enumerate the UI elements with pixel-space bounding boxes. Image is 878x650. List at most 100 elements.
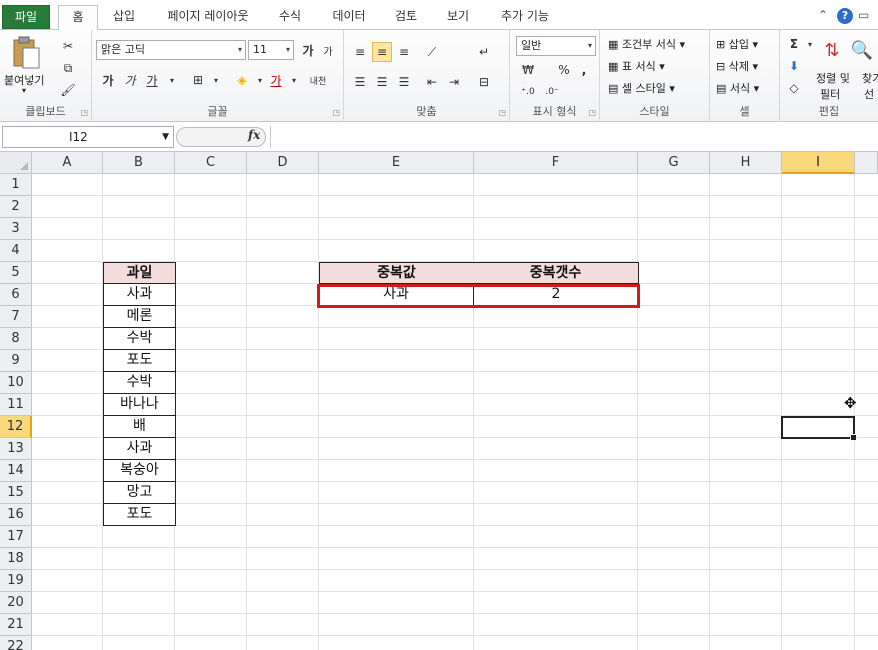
fruit-cell[interactable]: 포도 [103,350,176,372]
row-header-21[interactable]: 21 [0,614,32,636]
select-label[interactable]: 선 [864,86,874,102]
column-header-i[interactable]: I [782,152,855,174]
fruit-cell[interactable]: 수박 [103,372,176,394]
row-header-5[interactable]: 5 [0,262,32,284]
row-header-8[interactable]: 8 [0,328,32,350]
row-header-3[interactable]: 3 [0,218,32,240]
bold-button[interactable]: 가 [98,70,118,90]
row-header-14[interactable]: 14 [0,460,32,482]
tab-review[interactable]: 검토 [386,5,426,30]
orientation-icon[interactable]: ⟋ [422,42,442,62]
conditional-format-button[interactable]: ▦ 조건부 서식 ▾ [608,36,685,52]
row-header-2[interactable]: 2 [0,196,32,218]
alignment-launcher-icon[interactable]: ◳ [498,108,506,117]
column-header-partial[interactable] [855,152,878,174]
underline-dropdown-icon[interactable]: ▾ [162,70,182,90]
row-header-12[interactable]: 12 [0,416,32,438]
autosum-dropdown-icon[interactable]: ▾ [800,34,820,54]
fruit-cell[interactable]: 망고 [103,482,176,504]
clipboard-launcher-icon[interactable]: ◳ [80,108,88,117]
font-name-select[interactable]: 맑은 고딕 ▾ [96,40,246,60]
row-header-19[interactable]: 19 [0,570,32,592]
clear-icon[interactable]: ◇ [784,78,804,98]
tab-add-ins[interactable]: 추가 기능 [490,5,560,30]
row-header-10[interactable]: 10 [0,372,32,394]
select-all-button[interactable] [0,152,32,174]
phonetic-button[interactable]: 내천 [304,70,332,90]
column-header-g[interactable]: G [638,152,710,174]
find-select-icon[interactable]: 🔍 [850,36,874,64]
paste-dropdown-icon[interactable]: ▾ [22,86,26,95]
fill-color-icon[interactable]: ◈ [232,70,252,90]
decrease-decimal-icon[interactable]: .0⁻ [542,82,562,102]
column-header-h[interactable]: H [710,152,782,174]
window-restore-icon[interactable]: ▭ [858,8,869,22]
fruit-cell[interactable]: 메론 [103,306,176,328]
tab-data[interactable]: 데이터 [324,5,374,30]
decrease-indent-icon[interactable]: ⇤ [422,72,442,92]
fruit-cell[interactable]: 수박 [103,328,176,350]
tab-view[interactable]: 보기 [438,5,478,30]
minimize-ribbon-icon[interactable]: ⌃ [818,8,828,22]
increase-decimal-icon[interactable]: ⁺.0 [518,82,538,102]
align-top-icon[interactable]: ≡ [350,42,370,62]
align-middle-icon[interactable]: ≡ [372,42,392,62]
format-painter-icon[interactable]: 🖌 [58,80,78,100]
row-header-4[interactable]: 4 [0,240,32,262]
number-format-select[interactable]: 일반 ▾ [516,36,596,56]
fruit-cell[interactable]: 바나나 [103,394,176,416]
dup-value-header-cell[interactable]: 중복값 [319,262,474,284]
align-bottom-icon[interactable]: ≡ [394,42,414,62]
row-header-11[interactable]: 11 [0,394,32,416]
font-launcher-icon[interactable]: ◳ [332,108,340,117]
tab-home[interactable]: 홈 [58,5,98,31]
row-header-20[interactable]: 20 [0,592,32,614]
grow-font-icon[interactable]: 가 [298,40,318,60]
font-color-button[interactable]: 가 [266,70,286,90]
align-left-icon[interactable]: ☰ [350,72,370,92]
border-icon[interactable]: ⊞ [188,70,208,90]
column-header-a[interactable]: A [32,152,103,174]
cell-styles-button[interactable]: ▤ 셀 스타일 ▾ [608,80,675,96]
fruit-cell[interactable]: 복숭아 [103,460,176,482]
formula-input[interactable] [270,126,876,148]
column-header-e[interactable]: E [319,152,474,174]
format-cells-button[interactable]: ▤ 서식 ▾ [716,80,759,96]
row-header-18[interactable]: 18 [0,548,32,570]
filter-label[interactable]: 필터 [820,86,840,102]
name-box[interactable]: I12 ▼ [2,126,174,148]
sort-filter-icon[interactable]: ⇅ [820,36,844,64]
fill-icon[interactable]: ⬇ [784,56,804,76]
font-size-select[interactable]: 11 ▾ [248,40,294,60]
shrink-font-icon[interactable]: 가 [318,40,338,60]
border-dropdown-icon[interactable]: ▾ [206,70,226,90]
align-right-icon[interactable]: ☰ [394,72,414,92]
font-color-dropdown-icon[interactable]: ▾ [284,70,304,90]
row-header-13[interactable]: 13 [0,438,32,460]
column-header-c[interactable]: C [175,152,247,174]
tab-formulas[interactable]: 수식 [270,5,310,30]
row-header-17[interactable]: 17 [0,526,32,548]
fruit-cell[interactable]: 배 [103,416,176,438]
column-header-d[interactable]: D [247,152,319,174]
row-header-9[interactable]: 9 [0,350,32,372]
tab-page-layout[interactable]: 페이지 레이아웃 [156,5,260,30]
find-label[interactable]: 찾기 [862,70,878,86]
row-header-6[interactable]: 6 [0,284,32,306]
copy-icon[interactable]: ⧉ [58,58,78,78]
align-center-icon[interactable]: ☰ [372,72,392,92]
row-header-15[interactable]: 15 [0,482,32,504]
sort-filter-label[interactable]: 정렬 및 [816,70,850,86]
merge-center-icon[interactable]: ⊟ [474,72,494,92]
fruit-cell[interactable]: 사과 [103,438,176,460]
active-cell-i12[interactable] [781,416,857,441]
column-header-f[interactable]: F [474,152,638,174]
number-launcher-icon[interactable]: ◳ [588,108,596,117]
row-header-1[interactable]: 1 [0,174,32,196]
row-header-7[interactable]: 7 [0,306,32,328]
wrap-text-icon[interactable]: ↵ [474,42,494,62]
help-icon[interactable]: ? [837,8,853,24]
underline-button[interactable]: 가 [142,70,162,90]
row-header-16[interactable]: 16 [0,504,32,526]
dup-count-header-cell[interactable]: 중복갯수 [473,262,639,284]
